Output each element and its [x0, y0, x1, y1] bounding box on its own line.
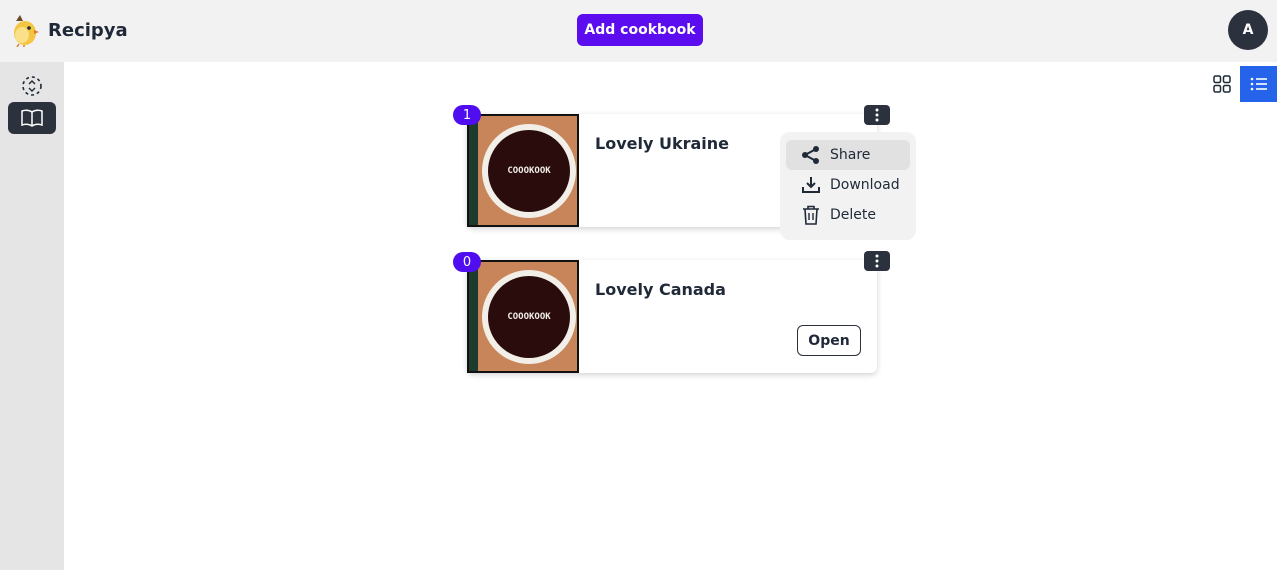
menu-item-label: Delete: [830, 207, 876, 223]
grid-icon: [1213, 75, 1231, 93]
list-view-toggle[interactable]: [1240, 66, 1277, 102]
open-book-icon: [21, 109, 43, 127]
kebab-menu-icon: [875, 254, 879, 268]
cookbook-options-button[interactable]: [864, 251, 890, 271]
menu-item-delete[interactable]: Delete: [786, 200, 910, 230]
chick-logo-icon: [14, 15, 39, 47]
trash-icon: [800, 204, 822, 226]
download-icon: [800, 174, 822, 196]
grid-view-toggle[interactable]: [1205, 66, 1239, 102]
cookbook-title: Lovely Canada: [595, 280, 726, 299]
menu-item-download[interactable]: Download: [786, 170, 910, 200]
sidebar: [0, 62, 64, 570]
sidebar-item-recipes[interactable]: [8, 70, 56, 102]
cookbook-context-menu: Share Download Delete: [780, 132, 916, 240]
avatar-initial: A: [1242, 22, 1254, 38]
brand[interactable]: Recipya: [10, 13, 128, 47]
dashed-circle-icon: [22, 76, 42, 96]
menu-item-label: Download: [830, 177, 900, 193]
cookbook-card[interactable]: COOOKOOK Lovely Canada Open: [467, 260, 877, 373]
menu-item-label: Share: [830, 147, 871, 163]
cookbook-title: Lovely Ukraine: [595, 134, 729, 153]
cookbook-cover-image: COOOKOOK: [467, 260, 579, 373]
cover-text: COOOKOOK: [507, 166, 551, 176]
add-cookbook-button[interactable]: Add cookbook: [577, 14, 703, 46]
recipe-count-badge: 0: [453, 252, 481, 272]
sidebar-item-cookbooks[interactable]: [8, 102, 56, 134]
share-icon: [800, 144, 822, 166]
kebab-menu-icon: [875, 108, 879, 122]
menu-item-share[interactable]: Share: [786, 140, 910, 170]
list-icon: [1250, 77, 1267, 91]
cookbook-cover-image: COOOKOOK: [467, 114, 579, 227]
user-avatar[interactable]: A: [1228, 10, 1268, 50]
cover-text: COOOKOOK: [507, 312, 551, 322]
open-cookbook-button[interactable]: Open: [797, 325, 861, 356]
app-name: Recipya: [48, 19, 128, 41]
top-navbar: Recipya Add cookbook A: [0, 0, 1277, 62]
recipe-count-badge: 1: [453, 105, 481, 125]
cookbook-options-button[interactable]: [864, 105, 890, 125]
